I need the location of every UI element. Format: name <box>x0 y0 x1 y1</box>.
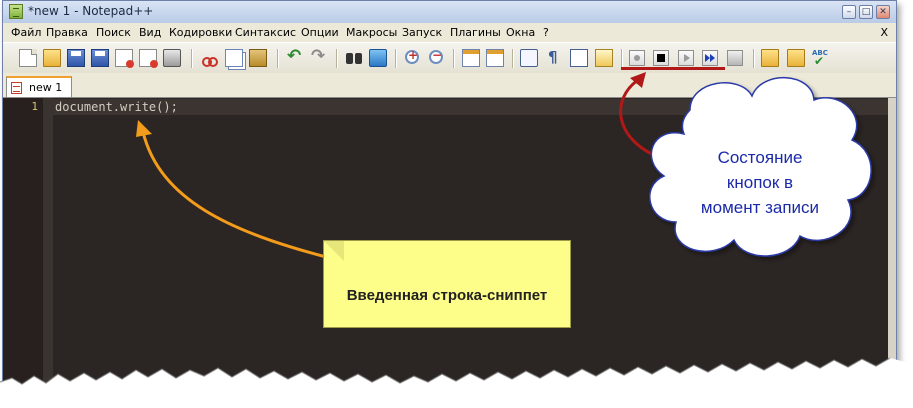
notepad-app-icon <box>9 4 23 19</box>
toolbar-separator <box>336 49 337 68</box>
menu-plugins[interactable]: Плагины <box>450 26 501 39</box>
menu-syntax[interactable]: Синтаксис <box>235 26 296 39</box>
menu-windows[interactable]: Окна <box>506 26 535 39</box>
macro-stop-icon[interactable] <box>653 50 669 66</box>
macro-run-multiple-icon[interactable] <box>702 50 718 66</box>
snippet-note-text: Введенная строка-сниппет <box>346 287 548 304</box>
vertical-scrollbar[interactable] <box>888 98 896 395</box>
toolbar-separator <box>512 49 513 68</box>
cut-icon[interactable] <box>201 49 219 67</box>
cloud-callout-text: Состояние кнопок в момент записи <box>672 145 848 220</box>
menu-help[interactable]: ? <box>543 26 549 39</box>
title-bar[interactable]: *new 1 - Notepad++ – □ ✕ <box>3 1 896 24</box>
close-document-button[interactable]: X <box>880 26 888 39</box>
window-title: *new 1 - Notepad++ <box>28 4 154 18</box>
zoom-in-icon[interactable] <box>405 48 419 64</box>
word-wrap-icon[interactable] <box>520 49 538 67</box>
fold-margin[interactable] <box>43 98 53 395</box>
show-all-chars-icon[interactable] <box>544 48 562 67</box>
cloud-line-3: момент записи <box>700 198 820 217</box>
menu-search[interactable]: Поиск <box>96 26 131 39</box>
note-folded-corner <box>324 241 344 261</box>
find-icon[interactable] <box>345 49 363 67</box>
tab-label: new 1 <box>29 81 63 94</box>
unsaved-file-icon <box>11 82 22 94</box>
toolbar <box>3 42 896 75</box>
current-line-highlight <box>53 99 888 115</box>
menu-options[interactable]: Опции <box>301 26 339 39</box>
minimize-button[interactable]: – <box>842 5 856 19</box>
save-icon[interactable] <box>67 49 85 67</box>
sync-vertical-icon[interactable] <box>462 49 480 67</box>
line-number: 1 <box>31 100 38 113</box>
cloud-line-1: Состояние <box>717 148 803 167</box>
indent-guide-icon[interactable] <box>570 49 588 67</box>
folder-as-workspace-icon[interactable] <box>761 49 779 67</box>
paste-icon[interactable] <box>249 49 267 67</box>
replace-icon[interactable] <box>369 49 387 67</box>
cloud-line-2: кнопок в <box>726 173 794 192</box>
new-file-icon[interactable] <box>19 49 37 67</box>
undo-icon[interactable] <box>286 46 304 67</box>
toolbar-separator <box>621 49 622 68</box>
toolbar-separator <box>395 49 396 68</box>
macro-buttons-underline <box>621 67 725 70</box>
menu-edit[interactable]: Правка <box>46 26 88 39</box>
toolbar-separator <box>753 49 754 68</box>
close-window-button[interactable]: ✕ <box>876 5 890 19</box>
macro-playback-icon[interactable] <box>678 50 694 66</box>
line-number-gutter <box>3 98 43 395</box>
function-list-icon[interactable] <box>787 49 805 67</box>
menu-view[interactable]: Вид <box>139 26 161 39</box>
zoom-out-icon[interactable] <box>429 48 443 64</box>
print-icon[interactable] <box>163 49 181 67</box>
snippet-sticky-note: Введенная строка-сниппет <box>323 240 571 328</box>
toolbar-separator <box>453 49 454 68</box>
toolbar-separator <box>277 49 278 68</box>
maximize-button[interactable]: □ <box>859 5 873 19</box>
menu-run[interactable]: Запуск <box>402 26 442 39</box>
tab-new-1[interactable]: new 1 <box>6 76 72 97</box>
close-all-icon[interactable] <box>139 49 158 68</box>
menu-encoding[interactable]: Кодировки <box>169 26 232 39</box>
toolbar-separator <box>191 49 192 68</box>
save-all-icon[interactable] <box>91 49 109 67</box>
macro-record-icon[interactable] <box>629 50 645 66</box>
menu-bar: Файл Правка Поиск Вид Кодировки Синтакси… <box>3 23 896 42</box>
tab-bar: new 1 <box>3 73 896 98</box>
sync-horizontal-icon[interactable] <box>486 49 504 67</box>
spell-check-icon[interactable] <box>811 49 829 68</box>
user-language-icon[interactable] <box>595 49 613 67</box>
menu-file[interactable]: Файл <box>11 26 41 39</box>
redo-icon[interactable] <box>310 46 328 67</box>
menu-macros[interactable]: Макросы <box>346 26 397 39</box>
copy-icon[interactable] <box>225 49 243 67</box>
code-line[interactable]: document.write(); <box>55 100 178 114</box>
open-folder-icon[interactable] <box>43 49 61 67</box>
close-icon[interactable] <box>115 49 134 68</box>
macro-save-icon[interactable] <box>727 50 743 66</box>
